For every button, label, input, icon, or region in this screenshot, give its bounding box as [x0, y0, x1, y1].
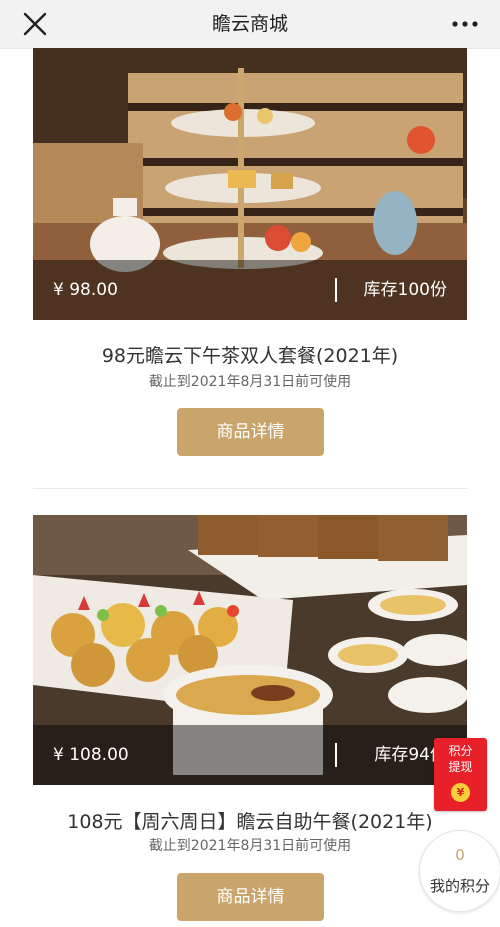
points-withdraw-redpacket[interactable]: 积分 提现 ¥: [434, 738, 487, 811]
product-image-afternoon-tea[interactable]: ¥ 98.00 库存100份: [33, 48, 467, 320]
product-name[interactable]: 98元瞻云下午茶双人套餐(2021年): [0, 341, 500, 368]
price-stock-bar: ¥ 98.00 库存100份: [33, 260, 467, 320]
price-stock-bar: ¥ 108.00 库存94份: [33, 725, 467, 785]
my-points-button[interactable]: 0 我的积分: [419, 830, 500, 912]
redpacket-label-line1: 积分: [448, 744, 473, 758]
product-card: ¥ 98.00 库存100份 98元瞻云下午茶双人套餐(2021年) 截止到20…: [0, 48, 500, 488]
top-bar: 瞻云商城: [0, 0, 500, 49]
more-dots-icon[interactable]: [450, 14, 480, 34]
product-name[interactable]: 108元【周六周日】瞻云自助午餐(2021年): [0, 807, 500, 834]
product-detail-button[interactable]: 商品详情: [177, 873, 324, 921]
divider-line: [335, 743, 337, 767]
points-label: 我的积分: [429, 877, 490, 895]
product-stock: 库存100份: [363, 280, 447, 300]
section-divider: [33, 488, 467, 489]
divider-line: [335, 278, 337, 302]
page-title: 瞻云商城: [211, 13, 288, 35]
points-value: 0: [455, 846, 465, 864]
redpacket-label-line2: 提现: [448, 760, 473, 774]
product-price: ¥ 108.00: [53, 745, 129, 765]
coin-icon: ¥: [451, 783, 470, 802]
product-price: ¥ 98.00: [53, 280, 118, 300]
product-detail-button[interactable]: 商品详情: [177, 408, 324, 456]
product-validity: 截止到2021年8月31日前可使用: [148, 374, 352, 390]
product-image-buffet-lunch[interactable]: ¥ 108.00 库存94份: [33, 515, 467, 785]
